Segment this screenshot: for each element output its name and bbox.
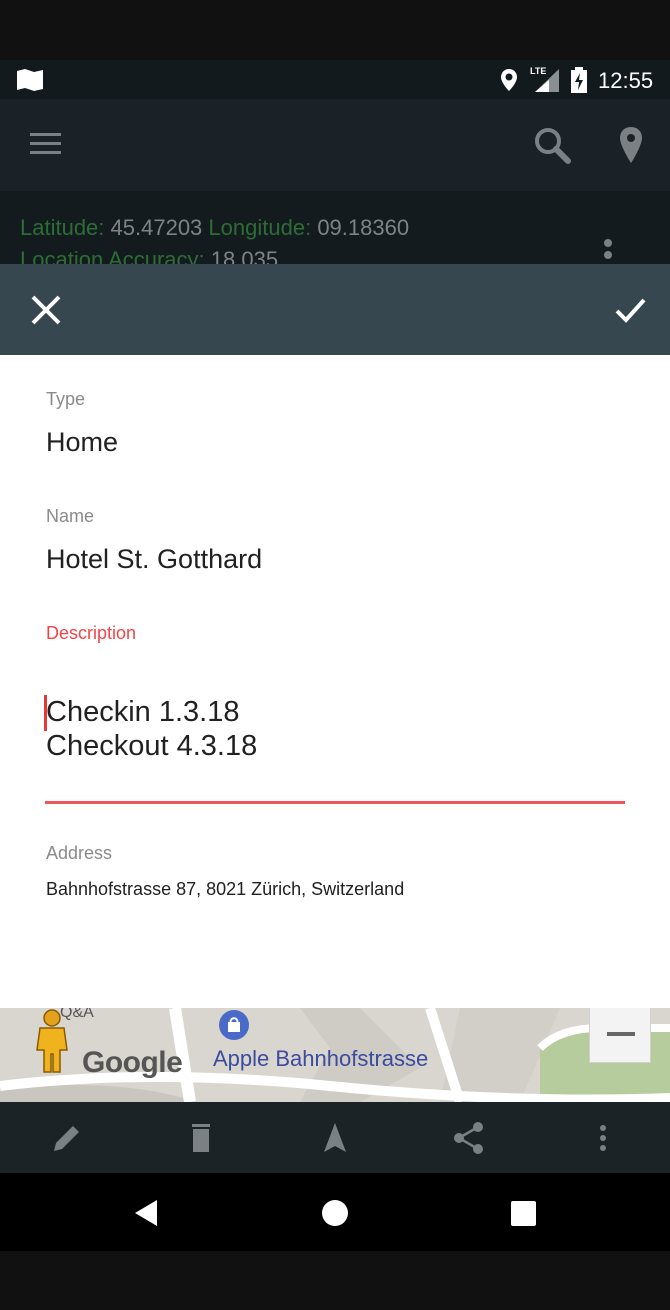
- latitude-label: Latitude:: [20, 215, 105, 240]
- delete-icon[interactable]: [179, 1116, 223, 1160]
- top-blank-area: [0, 0, 670, 60]
- map-icon: [17, 69, 43, 91]
- text-cursor: [44, 695, 47, 731]
- more-vert-icon[interactable]: [598, 237, 618, 265]
- status-time: 12:55: [598, 68, 654, 93]
- search-icon[interactable]: [530, 123, 576, 167]
- edit-place-form: Type Home Name Hotel St. Gotthard Descri…: [0, 355, 670, 1008]
- home-icon[interactable]: [315, 1193, 355, 1233]
- app-toolbar: [0, 99, 670, 191]
- bottom-action-bar: [0, 1102, 670, 1173]
- status-bar: LTE 12:55: [0, 60, 670, 99]
- latitude-value: 45.47203: [110, 215, 203, 240]
- back-icon[interactable]: [127, 1193, 167, 1233]
- type-dropdown[interactable]: Home: [46, 427, 118, 458]
- location-icon: [501, 69, 517, 91]
- address-value: Bahnhofstrasse 87, 8021 Zürich, Switzerl…: [46, 879, 405, 899]
- accuracy-label: Location Accuracy:: [20, 247, 205, 265]
- name-label: Name: [46, 506, 95, 526]
- recents-icon[interactable]: [503, 1193, 543, 1233]
- battery-charging-icon: [571, 67, 587, 93]
- edit-icon[interactable]: [45, 1116, 89, 1160]
- bottom-blank-area: [0, 1251, 670, 1310]
- accuracy-row: Location Accuracy: 18.035: [20, 247, 278, 265]
- longitude-label: Longitude:: [208, 215, 312, 240]
- coordinates-row: Latitude: 45.47203 Longitude: 09.18360: [20, 215, 409, 241]
- map-view[interactable]: Q&A Google Apple Bahnhofstrasse: [0, 1008, 670, 1102]
- google-logo: Google: [82, 1046, 183, 1079]
- description-underline: [45, 801, 625, 804]
- description-field[interactable]: Checkin 1.3.18 Checkout 4.3.18: [44, 695, 625, 763]
- description-line: Checkin 1.3.18: [46, 696, 240, 728]
- accuracy-value: 18.035: [210, 247, 279, 265]
- network-type: LTE: [530, 66, 547, 76]
- description-line: Checkout 4.3.18: [46, 730, 258, 762]
- longitude-value: 09.18360: [317, 215, 410, 240]
- dialog-header: [0, 264, 670, 355]
- shopping-bag-icon[interactable]: [218, 1009, 250, 1041]
- pin-icon[interactable]: [612, 123, 650, 167]
- menu-icon[interactable]: [22, 125, 68, 165]
- coordinates-panel: Latitude: 45.47203 Longitude: 09.18360 L…: [0, 191, 670, 265]
- pegman-icon[interactable]: [33, 1008, 73, 1074]
- type-label: Type: [46, 389, 86, 409]
- more-vert-icon[interactable]: [581, 1116, 625, 1160]
- address-label: Address: [46, 843, 113, 863]
- close-icon[interactable]: [24, 288, 68, 332]
- navigate-icon[interactable]: [313, 1116, 357, 1160]
- share-icon[interactable]: [447, 1116, 491, 1160]
- name-field[interactable]: Hotel St. Gotthard: [46, 544, 262, 575]
- zoom-out-button[interactable]: [589, 1008, 651, 1063]
- map-poi-label[interactable]: Apple Bahnhofstrasse: [213, 1046, 428, 1072]
- check-icon[interactable]: [608, 288, 652, 332]
- system-nav-bar: [0, 1173, 670, 1251]
- description-label: Description: [46, 623, 137, 643]
- zoom-out-icon: [607, 1032, 635, 1036]
